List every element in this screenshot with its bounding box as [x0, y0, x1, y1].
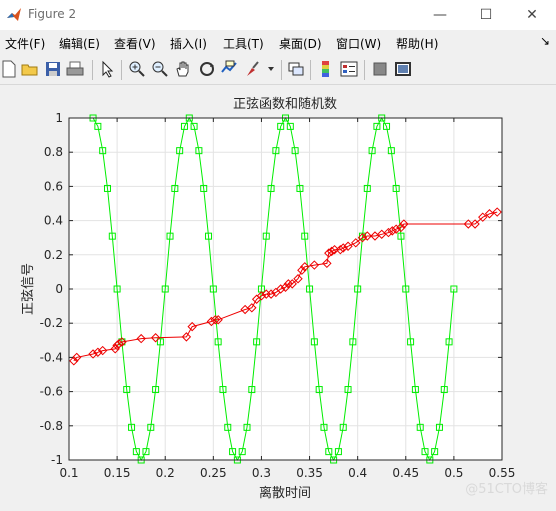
legend-icon[interactable]	[340, 60, 358, 78]
menu-tools[interactable]: 工具(T)	[223, 35, 264, 52]
y-tick-label: -0.6	[40, 385, 63, 399]
matlab-logo-icon	[7, 8, 21, 21]
data-cursor-icon[interactable]	[220, 60, 238, 78]
y-tick-label: 0	[55, 282, 63, 296]
zoom-out-icon[interactable]	[151, 60, 169, 78]
link-plot-icon[interactable]	[287, 60, 305, 78]
x-tick-label: 0.3	[252, 466, 271, 480]
minimize-button[interactable]: —	[417, 0, 463, 30]
watermark-text: @51CTO博客	[465, 481, 548, 497]
x-tick-label: 0.15	[104, 466, 131, 480]
toolbar-separator	[364, 60, 365, 80]
menu-edit[interactable]: 编辑(E)	[59, 35, 100, 52]
save-icon[interactable]	[44, 60, 62, 78]
open-file-icon[interactable]	[21, 60, 39, 78]
window-title-bar: Figure 2 — ☐ ✕	[0, 0, 556, 30]
rotate-3d-icon[interactable]	[198, 60, 216, 78]
x-tick-label: 0.45	[392, 466, 419, 480]
menu-bar: 文件(F) 编辑(E) 查看(V) 插入(I) 工具(T) 桌面(D) 窗口(W…	[0, 30, 556, 56]
x-tick-label: 0.35	[296, 466, 323, 480]
menu-window[interactable]: 窗口(W)	[336, 35, 381, 52]
new-figure-icon[interactable]	[0, 60, 18, 78]
menu-view[interactable]: 查看(V)	[114, 35, 156, 52]
figure-canvas: 0.1 0.15 0.2 0.25 0.3 0.35 0.4 0.45 0.5 0.55 -1 -0…	[0, 85, 556, 507]
pan-hand-icon[interactable]	[174, 60, 192, 78]
y-tick-label: 0.6	[44, 179, 63, 193]
y-tick-label: -0.2	[40, 316, 63, 330]
menu-overflow-arrow-icon[interactable]: ↘	[540, 34, 550, 48]
menu-file[interactable]: 文件(F)	[5, 35, 45, 52]
y-tick-label: 0.8	[44, 145, 63, 159]
window-title: Figure 2	[28, 7, 77, 21]
toolbar-separator	[310, 60, 311, 80]
plot-svg[interactable]: 0.1 0.15 0.2 0.25 0.3 0.35 0.4 0.45 0.5 0.55 -1 -0…	[0, 85, 556, 507]
toolbar-separator	[121, 60, 122, 80]
x-tick-label: 0.25	[200, 466, 227, 480]
x-axis-label: 离散时间	[259, 485, 311, 501]
y-tick-label: -0.8	[40, 419, 63, 433]
y-tick-label: -1	[51, 453, 63, 467]
y-tick-label: 1	[55, 111, 63, 125]
x-tick-label: 0.5	[444, 466, 463, 480]
chart-title: 正弦函数和随机数	[233, 96, 337, 112]
figure-toolbar	[0, 56, 556, 85]
hide-plot-tools-icon[interactable]	[371, 60, 389, 78]
toolbar-separator	[92, 60, 93, 80]
x-tick-label: 0.1	[59, 466, 78, 480]
y-tick-label: 0.2	[44, 248, 63, 262]
brush-icon[interactable]	[243, 60, 261, 78]
x-tick-label: 0.2	[156, 466, 175, 480]
y-tick-label: -0.4	[40, 350, 63, 364]
zoom-in-icon[interactable]	[128, 60, 146, 78]
y-tick-labels: -1 -0.8 -0.6 -0.4 -0.2 0 0.2 0.4 0.6 0.8 1	[40, 111, 63, 467]
y-tick-label: 0.4	[44, 214, 63, 228]
brush-dropdown-icon[interactable]	[262, 60, 280, 78]
x-tick-label: 0.4	[348, 466, 367, 480]
close-button[interactable]: ✕	[509, 0, 555, 30]
menu-help[interactable]: 帮助(H)	[396, 35, 438, 52]
menu-desktop[interactable]: 桌面(D)	[279, 35, 322, 52]
toolbar-separator	[281, 60, 282, 80]
maximize-button[interactable]: ☐	[463, 0, 509, 30]
x-tick-label: 0.55	[489, 466, 516, 480]
colorbar-icon[interactable]	[317, 60, 335, 78]
menu-insert[interactable]: 插入(I)	[170, 35, 207, 52]
y-axis-label: 正弦信号	[20, 263, 36, 315]
pointer-icon[interactable]	[99, 60, 117, 78]
show-plot-tools-icon[interactable]	[394, 60, 412, 78]
print-icon[interactable]	[66, 60, 84, 78]
x-tick-labels: 0.1 0.15 0.2 0.25 0.3 0.35 0.4 0.45 0.5 0.55	[59, 466, 515, 480]
